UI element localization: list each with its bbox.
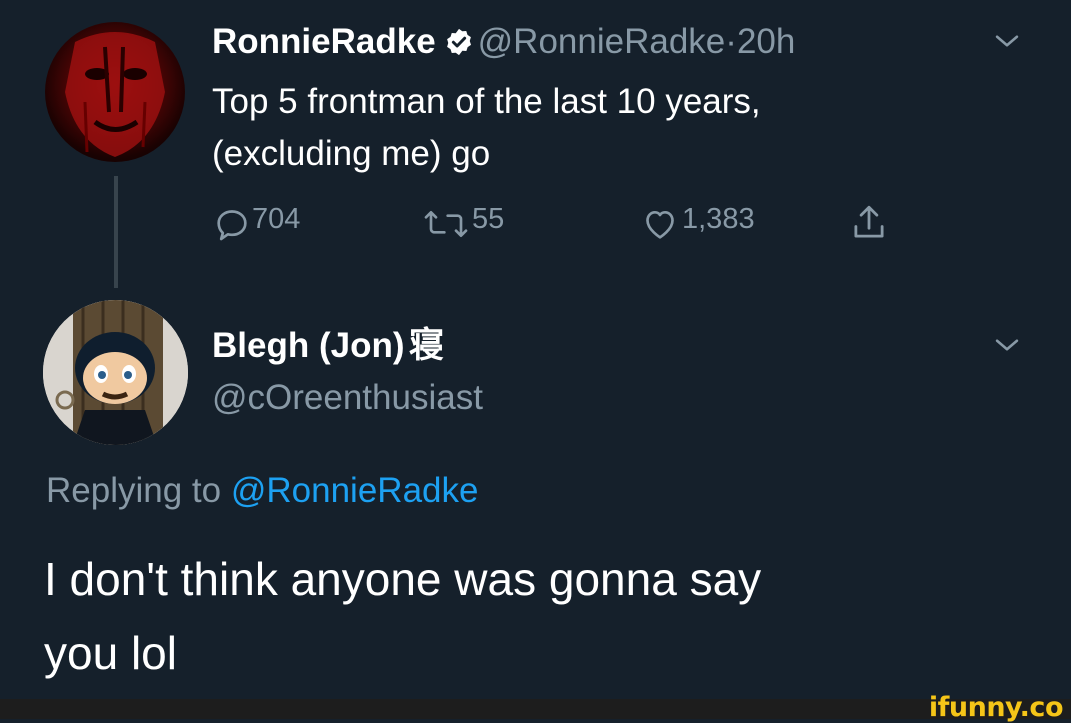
author-avatar[interactable] <box>45 22 185 162</box>
tweet-text-line: Top 5 frontman of the last 10 years, <box>212 82 761 121</box>
replying-mention-link[interactable]: @RonnieRadke <box>231 471 479 510</box>
retweet-icon <box>424 210 468 237</box>
reply-author-handle[interactable]: @cOreenthusiast <box>212 378 483 418</box>
watermark-bar <box>0 699 1071 719</box>
reply-icon <box>217 209 247 241</box>
reply-author-name-glyph: 寝 <box>408 326 444 365</box>
heart-icon <box>646 210 674 239</box>
tweet-text: Top 5 frontman of the last 10 years, (ex… <box>212 76 761 180</box>
author-handle[interactable]: @RonnieRadke <box>478 22 726 61</box>
like-action[interactable]: 1,383 <box>638 202 755 244</box>
reply-author-name-row: Blegh (Jon) 寝 <box>212 326 444 366</box>
verified-badge-icon <box>446 28 471 56</box>
separator-dot: · <box>725 22 737 61</box>
reply-author-name[interactable]: Blegh (Jon) <box>212 326 404 365</box>
reply-text-line: I don't think anyone was gonna say <box>44 553 762 605</box>
replying-prefix: Replying to <box>46 471 222 510</box>
thread-connector <box>114 176 118 288</box>
chevron-down-icon[interactable] <box>990 328 1024 362</box>
tweet-time[interactable]: 20h <box>737 22 795 61</box>
share-icon[interactable] <box>848 202 890 244</box>
replying-to: Replying to @RonnieRadke <box>46 471 478 511</box>
face-art <box>65 32 165 157</box>
like-count: 1,383 <box>682 203 755 235</box>
reply-author-avatar[interactable] <box>43 300 188 445</box>
reply-action[interactable]: 704 <box>212 202 300 244</box>
reply-text-line: you lol <box>44 627 177 679</box>
retweet-count: 55 <box>472 203 505 235</box>
reply-count: 704 <box>252 203 301 235</box>
chevron-down-icon[interactable] <box>990 24 1024 58</box>
tweet-text-line: (excluding me) go <box>212 134 491 173</box>
retweet-action[interactable]: 55 <box>420 202 504 244</box>
reply-text: I don't think anyone was gonna say you l… <box>44 542 761 690</box>
ifunny-watermark: ifunny.co <box>928 692 1064 723</box>
villager-art <box>43 300 188 445</box>
tweet-header: RonnieRadke @RonnieRadke·20h <box>212 22 795 62</box>
author-name[interactable]: RonnieRadke <box>212 22 436 61</box>
